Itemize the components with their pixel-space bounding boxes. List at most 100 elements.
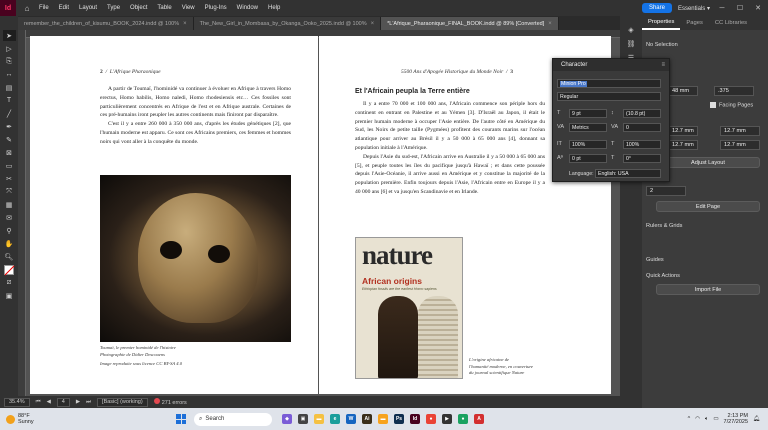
toumai-skull-image[interactable] (100, 175, 291, 342)
panel-menu-icon[interactable]: ≡ (661, 62, 665, 68)
style-dropdown[interactable]: [Basic] (working) (97, 397, 148, 407)
direct-selection-tool-icon[interactable]: ▷ (3, 43, 16, 54)
page-tool-icon[interactable]: ⎘ (3, 56, 16, 67)
tab-document-3[interactable]: *L'Afrique_Pharaonique_FINAL_BOOK.indd @… (381, 17, 559, 30)
width-field[interactable]: 48 mm (668, 86, 698, 96)
margin-top-field[interactable]: 12.7 mm (668, 126, 698, 136)
edit-page-button[interactable]: Edit Page (656, 201, 760, 212)
tab-document-1[interactable]: remember_the_children_of_kisumu_BOOK_202… (18, 17, 194, 30)
edge-icon[interactable]: e (330, 414, 340, 424)
word-icon[interactable]: W (346, 414, 356, 424)
font-size-field[interactable]: 9 pt (569, 109, 607, 118)
eyedropper-tool-icon[interactable]: ⚲ (3, 225, 16, 236)
menu-edit[interactable]: Edit (54, 5, 74, 11)
first-page-icon[interactable]: ⏮ (36, 399, 41, 406)
file-explorer-icon[interactable]: ▬ (314, 414, 324, 424)
page-left[interactable]: 2 / L'Afrique Pharaonique A partir de To… (30, 36, 318, 394)
app-icon[interactable]: ● (458, 414, 468, 424)
rectangle-frame-tool-icon[interactable]: ⊠ (3, 147, 16, 158)
rectangle-tool-icon[interactable]: ▭ (3, 160, 16, 171)
acrobat-icon[interactable]: A (474, 414, 484, 424)
copilot-icon[interactable]: ◆ (282, 414, 292, 424)
tab-document-2[interactable]: The_New_Girl_in_Mombasa_by_Okanga_Ooko_2… (193, 17, 382, 30)
hand-tool-icon[interactable]: ✋ (3, 238, 16, 249)
menu-object[interactable]: Object (125, 5, 152, 11)
tab-properties[interactable]: Properties (642, 16, 681, 30)
indesign-logo-icon[interactable]: Id (0, 0, 16, 16)
free-transform-tool-icon[interactable]: ⤧ (3, 186, 16, 197)
selection-tool-icon[interactable]: ➤ (2, 30, 16, 41)
facing-pages-checkbox[interactable]: Facing Pages (710, 102, 753, 108)
gap-tool-icon[interactable]: ↔ (3, 69, 16, 80)
volume-icon[interactable]: 🔈︎ (705, 416, 708, 423)
margin-bottom-field[interactable]: 12.7 mm (668, 140, 698, 150)
text-frame-left[interactable]: A partir de Toumaï, l'hominidé va contin… (100, 85, 291, 147)
preflight-status[interactable]: 271 errors (153, 398, 187, 406)
wifi-icon[interactable]: ◠ (695, 416, 700, 422)
chrome-icon[interactable]: ● (426, 414, 436, 424)
height-field[interactable]: .375 (714, 86, 754, 96)
close-tab-icon[interactable]: × (183, 21, 187, 27)
page-field[interactable]: 4 (56, 397, 70, 407)
menu-view[interactable]: View (177, 5, 200, 11)
menu-file[interactable]: File (34, 5, 54, 11)
tab-pages[interactable]: Pages (680, 16, 708, 30)
weather-widget[interactable]: 88°F Sunny (0, 413, 110, 425)
pen-tool-icon[interactable]: ✒ (3, 121, 16, 132)
adjust-layout-button[interactable]: Adjust Layout (656, 157, 760, 168)
leading-field[interactable]: (10.8 pt) (623, 109, 661, 118)
layers-icon[interactable]: ◈ (628, 26, 633, 34)
menu-plugins[interactable]: Plug-Ins (200, 5, 232, 11)
notifications-icon[interactable]: 🔔︎ (753, 416, 760, 422)
close-icon[interactable]: ✕ (752, 4, 764, 12)
gradient-tool-icon[interactable]: ▦ (3, 199, 16, 210)
menu-help[interactable]: Help (263, 5, 285, 11)
page-select[interactable]: 2 (646, 186, 686, 196)
import-file-button[interactable]: Import File (656, 284, 760, 295)
share-button[interactable]: Share (641, 3, 672, 13)
media-player-icon[interactable]: ▶ (442, 414, 452, 424)
next-page-icon[interactable]: ▶ (76, 399, 80, 405)
content-collector-icon[interactable]: ▤ (3, 82, 16, 93)
character-panel-title[interactable]: Character ≡ (553, 59, 669, 71)
maximize-icon[interactable]: ☐ (734, 4, 746, 12)
zoom-tool-icon[interactable]: 🔍︎ (3, 251, 16, 262)
folder-icon[interactable]: ▬ (378, 414, 388, 424)
workspace-select[interactable]: Essentials ▾ (678, 5, 710, 12)
windows-start-icon[interactable] (176, 414, 186, 424)
tracking-field[interactable]: 0 (623, 123, 661, 132)
line-tool-icon[interactable]: ╱ (3, 108, 16, 119)
links-icon[interactable]: ⛓ (627, 40, 636, 48)
note-tool-icon[interactable]: ✉ (3, 212, 16, 223)
horizontal-scale-field[interactable]: 100% (623, 140, 661, 149)
font-style-field[interactable]: Regular (557, 92, 661, 101)
fill-stroke-swatch[interactable] (3, 264, 16, 275)
language-select[interactable]: English: USA (595, 169, 661, 178)
nature-cover-image[interactable]: nature African origins Ethiopian fossils… (355, 237, 463, 379)
menu-table[interactable]: Table (152, 5, 176, 11)
fill-swatch[interactable] (4, 264, 14, 275)
prev-page-icon[interactable]: ◀ (47, 399, 51, 405)
skew-field[interactable]: 0° (623, 154, 661, 163)
menu-window[interactable]: Window (232, 5, 263, 11)
vertical-scale-field[interactable]: 100% (569, 140, 607, 149)
close-tab-icon[interactable]: × (548, 21, 552, 27)
text-frame-right[interactable]: Il y a entre 70 000 et 100 000 ans, l'Af… (355, 100, 545, 197)
battery-icon[interactable]: ▭ (713, 416, 718, 422)
clock[interactable]: 2:13 PM 7/27/2025 (724, 413, 748, 426)
kerning-field[interactable]: Metrics (569, 123, 607, 132)
margin-right-field[interactable]: 12.7 mm (720, 140, 760, 150)
tab-cc-libraries[interactable]: CC Libraries (709, 16, 753, 30)
type-tool-icon[interactable]: T (3, 95, 16, 106)
last-page-icon[interactable]: ⏭ (86, 399, 91, 406)
vertical-ruler[interactable] (18, 30, 26, 396)
photoshop-icon[interactable]: Ps (394, 414, 404, 424)
illustrator-icon[interactable]: Ai (362, 414, 372, 424)
menu-layout[interactable]: Layout (74, 5, 102, 11)
indesign-taskbar-icon[interactable]: Id (410, 414, 420, 424)
screen-mode-icon[interactable]: ▣ (3, 290, 16, 301)
pencil-tool-icon[interactable]: ✎ (3, 134, 16, 145)
zoom-field[interactable]: 35.4% (4, 397, 30, 407)
taskbar-search[interactable]: ⌕ Search (194, 412, 272, 426)
home-icon[interactable]: ⌂ (20, 4, 34, 13)
